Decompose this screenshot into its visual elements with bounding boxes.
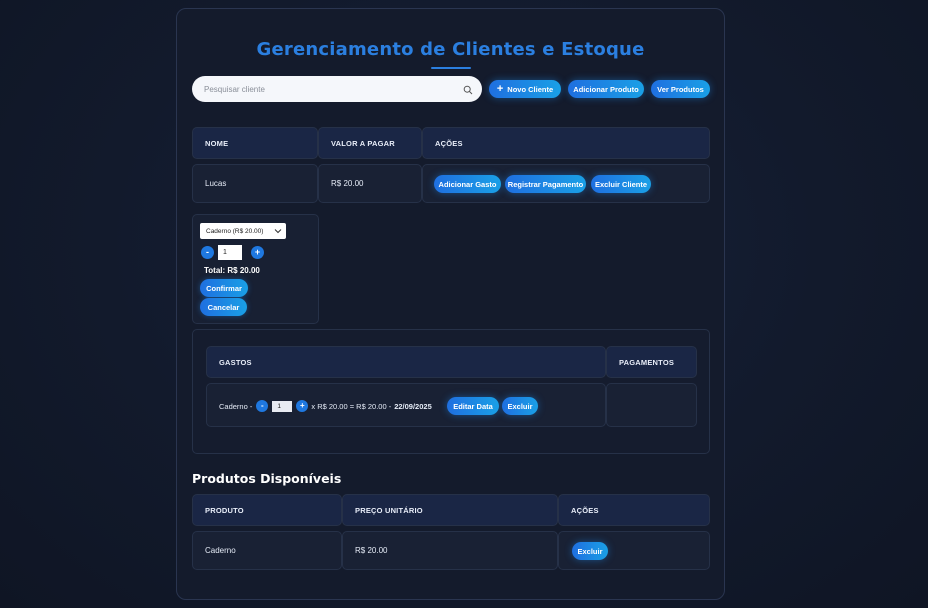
confirmar-button[interactable]: Confirmar (200, 279, 248, 297)
product-select[interactable]: Caderno (R$ 20.00) (200, 223, 286, 239)
gasto-date: 22/09/2025 (394, 401, 432, 411)
chevron-down-icon (274, 229, 282, 234)
header-valor: VALOR A PAGAR (318, 127, 422, 159)
title-underline (431, 67, 471, 69)
search-input[interactable] (192, 76, 482, 102)
novo-cliente-button[interactable]: + Novo Cliente (489, 80, 561, 98)
gasto-item: Caderno - (219, 401, 253, 411)
qty-input[interactable]: 1 (218, 245, 242, 260)
gasto-increase-button[interactable]: + (296, 400, 309, 412)
gasto-qty-input[interactable]: 1 (272, 400, 293, 412)
decrease-qty-button[interactable]: - (201, 246, 214, 259)
header-acoes: AÇÕES (422, 127, 710, 159)
cancelar-button[interactable]: Cancelar (200, 298, 247, 316)
product-select-value: Caderno (R$ 20.00) (206, 227, 264, 235)
gasto-row: Caderno - - 1 + x R$ 20.00 = R$ 20.00 - … (219, 399, 432, 413)
header-preco: PREÇO UNITÁRIO (342, 494, 558, 526)
adicionar-produto-button[interactable]: Adicionar Produto (568, 80, 644, 98)
registrar-pagamento-button[interactable]: Registrar Pagamento (505, 175, 586, 193)
novo-cliente-label: Novo Cliente (507, 84, 554, 94)
total-text: Total: R$ 20.00 (204, 266, 260, 275)
search-icon[interactable] (463, 85, 473, 95)
pagamentos-cell (606, 383, 697, 427)
products-title: Produtos Disponíveis (192, 471, 342, 486)
excluir-produto-button[interactable]: Excluir (572, 542, 608, 560)
product-price-cell: R$ 20.00 (342, 531, 558, 570)
client-name-cell: Lucas (192, 164, 318, 203)
excluir-cliente-button[interactable]: Excluir Cliente (591, 175, 651, 193)
gasto-calc: x R$ 20.00 = R$ 20.00 - (311, 401, 392, 411)
product-name-cell: Caderno (192, 531, 342, 570)
excluir-gasto-button[interactable]: Excluir (502, 397, 538, 415)
main-panel: Gerenciamento de Clientes e Estoque + No… (176, 8, 725, 600)
adicionar-gasto-button[interactable]: Adicionar Gasto (434, 175, 501, 193)
page-title: Gerenciamento de Clientes e Estoque (256, 39, 645, 60)
gasto-decrease-button[interactable]: - (256, 400, 269, 412)
header-pagamentos: PAGAMENTOS (606, 346, 697, 378)
header-acoes-produtos: AÇÕES (558, 494, 710, 526)
header-nome: NOME (192, 127, 318, 159)
ver-produtos-button[interactable]: Ver Produtos (651, 80, 710, 98)
increase-qty-button[interactable]: + (251, 246, 264, 259)
plus-icon: + (496, 82, 504, 95)
header-gastos: GASTOS (206, 346, 606, 378)
header-produto: PRODUTO (192, 494, 342, 526)
client-valor-cell: R$ 20.00 (318, 164, 422, 203)
editar-data-button[interactable]: Editar Data (447, 397, 499, 415)
